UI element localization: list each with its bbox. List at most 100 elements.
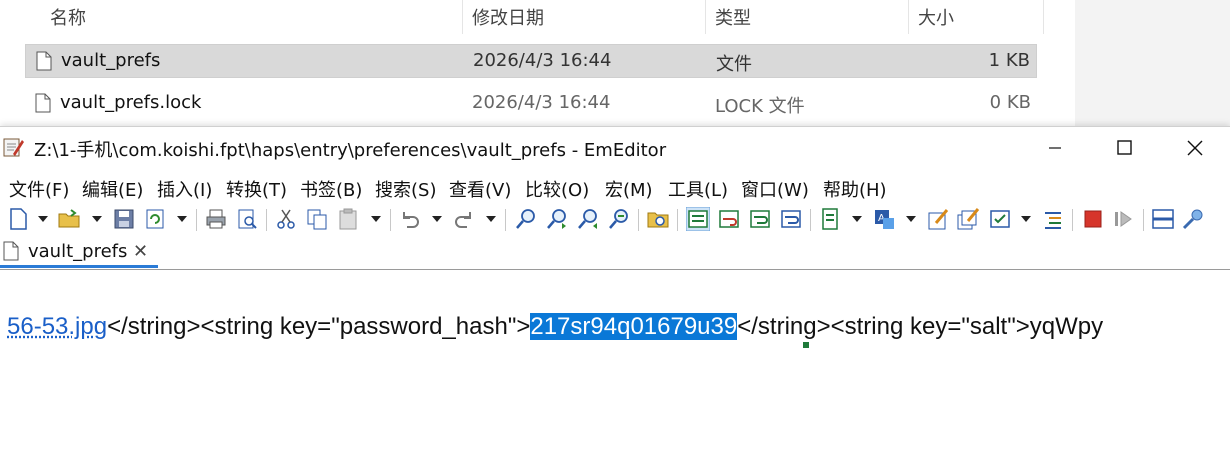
document-icon — [3, 241, 19, 261]
outline-icon[interactable] — [1041, 207, 1065, 231]
marker-list-icon[interactable] — [819, 207, 843, 231]
column-header-size[interactable]: 大小 — [918, 4, 954, 30]
wrap-by-page-icon[interactable] — [779, 207, 803, 231]
text-before-selection: </string><string key="password_hash"> — [107, 313, 530, 340]
toolbar-separator — [196, 209, 197, 231]
toolbar-separator — [1072, 209, 1073, 231]
encoding-icon[interactable]: A — [872, 207, 896, 231]
column-header-name[interactable]: 名称 — [50, 4, 86, 30]
selection-caret-marker — [803, 342, 809, 348]
document-tab-bar: vault_prefs ✕ — [0, 237, 1230, 270]
text-editor-area[interactable]: 56-53.jpg</string><string key="password_… — [0, 270, 1230, 469]
window-title: Z:\1-手机\com.koishi.fpt\haps\entry\prefer… — [34, 136, 666, 162]
file-type: LOCK 文件 — [715, 92, 805, 118]
wrap-by-chars-icon[interactable] — [717, 207, 741, 231]
open-folder-icon[interactable] — [57, 207, 81, 231]
tab-label: vault_prefs — [28, 241, 127, 262]
menu-window[interactable]: 窗口(W) — [741, 176, 809, 202]
marker-dropdown-arrow[interactable] — [852, 216, 862, 222]
customize-dropdown-arrow[interactable] — [1021, 216, 1031, 222]
file-date: 2026/4/3 16:44 — [473, 50, 611, 71]
toolbar: A — [0, 205, 1230, 237]
open-dropdown-arrow[interactable] — [92, 216, 102, 222]
find-previous-icon[interactable] — [576, 207, 600, 231]
menu-help[interactable]: 帮助(H) — [823, 176, 887, 202]
undo-dropdown-arrow[interactable] — [432, 216, 442, 222]
menu-macro[interactable]: 宏(M) — [605, 176, 653, 202]
print-icon[interactable] — [204, 207, 228, 231]
toolbar-separator — [638, 209, 639, 231]
toolbar-separator — [390, 209, 391, 231]
file-name: vault_prefs — [61, 50, 160, 71]
title-bar[interactable]: Z:\1-手机\com.koishi.fpt\haps\entry\prefer… — [0, 127, 1230, 169]
new-file-icon[interactable] — [6, 207, 30, 231]
configuration-icon[interactable] — [926, 207, 950, 231]
menu-edit[interactable]: 编辑(E) — [82, 176, 143, 202]
all-configurations-icon[interactable] — [956, 207, 980, 231]
file-explorer: 名称 修改日期 类型 大小 vault_prefs 2026/4/3 16:44… — [0, 0, 1230, 130]
save-dropdown-arrow[interactable] — [177, 216, 187, 222]
redo-dropdown-arrow[interactable] — [486, 216, 496, 222]
macro-stop-icon[interactable] — [1081, 207, 1105, 231]
column-divider[interactable] — [705, 0, 706, 34]
file-size: 0 KB — [990, 92, 1031, 113]
column-header-type[interactable]: 类型 — [715, 4, 751, 30]
menu-tools[interactable]: 工具(L) — [668, 176, 728, 202]
encoding-dropdown-arrow[interactable] — [906, 216, 916, 222]
split-window-icon[interactable] — [1151, 207, 1175, 231]
menu-view[interactable]: 查看(V) — [449, 176, 511, 202]
close-icon — [1160, 127, 1230, 169]
file-name: vault_prefs.lock — [60, 92, 201, 113]
emeditor-window: Z:\1-手机\com.koishi.fpt\haps\entry\prefer… — [0, 126, 1230, 469]
menu-search[interactable]: 搜索(S) — [375, 176, 436, 202]
toolbar-separator — [677, 209, 678, 231]
column-divider[interactable] — [908, 0, 909, 34]
text-line[interactable]: 56-53.jpg</string><string key="password_… — [7, 313, 1103, 341]
close-button[interactable] — [1160, 127, 1230, 169]
hyperlink-text[interactable]: 56-53.jpg — [7, 313, 107, 340]
replace-icon[interactable] — [607, 207, 631, 231]
toolbar-separator — [266, 209, 267, 231]
print-preview-icon[interactable] — [235, 207, 259, 231]
file-size: 1 KB — [989, 50, 1030, 71]
menu-bookmark[interactable]: 书签(B) — [300, 176, 362, 202]
customize-icon[interactable] — [988, 207, 1012, 231]
toolbar-separator — [505, 209, 506, 231]
plugins-icon[interactable] — [1181, 207, 1205, 231]
tab-close-icon[interactable]: ✕ — [133, 241, 148, 262]
menu-file[interactable]: 文件(F) — [9, 176, 69, 202]
minimize-button[interactable] — [1020, 127, 1090, 169]
file-list-panel: 名称 修改日期 类型 大小 vault_prefs 2026/4/3 16:44… — [0, 0, 1075, 130]
macro-run-icon[interactable] — [1112, 207, 1136, 231]
new-dropdown-arrow[interactable] — [38, 216, 48, 222]
menu-insert[interactable]: 插入(I) — [157, 176, 212, 202]
copy-icon[interactable] — [305, 207, 329, 231]
find-icon[interactable] — [514, 207, 538, 231]
selected-text[interactable]: 217sr94q01679u39 — [530, 313, 737, 340]
wrap-by-window-icon[interactable] — [748, 207, 772, 231]
column-divider[interactable] — [462, 0, 463, 34]
file-row-vault-prefs[interactable]: vault_prefs 2026/4/3 16:44 文件 1 KB — [25, 44, 1037, 78]
column-divider[interactable] — [1043, 0, 1044, 34]
maximize-icon — [1090, 127, 1160, 169]
file-icon — [35, 93, 51, 113]
undo-icon[interactable] — [398, 207, 422, 231]
find-next-icon[interactable] — [545, 207, 569, 231]
menu-compare[interactable]: 比较(O) — [525, 176, 589, 202]
wrap-toggle-icon[interactable] — [686, 207, 710, 231]
emeditor-app-icon[interactable] — [2, 136, 24, 158]
column-header-date[interactable]: 修改日期 — [472, 4, 544, 30]
cut-icon[interactable] — [274, 207, 298, 231]
menu-convert[interactable]: 转换(T) — [226, 176, 287, 202]
file-row-vault-prefs-lock[interactable]: vault_prefs.lock 2026/4/3 16:44 LOCK 文件 … — [25, 87, 1037, 121]
maximize-button[interactable] — [1090, 127, 1160, 169]
tab-vault-prefs[interactable]: vault_prefs ✕ — [0, 237, 158, 268]
save-icon[interactable] — [112, 207, 136, 231]
save-all-icon[interactable] — [143, 207, 167, 231]
find-in-files-icon[interactable] — [646, 207, 670, 231]
paste-dropdown-arrow[interactable] — [371, 216, 381, 222]
toolbar-separator — [810, 209, 811, 231]
text-after-selection: </string><string key="salt">yqWpy — [737, 313, 1103, 340]
paste-icon[interactable] — [336, 207, 360, 231]
redo-icon[interactable] — [452, 207, 476, 231]
